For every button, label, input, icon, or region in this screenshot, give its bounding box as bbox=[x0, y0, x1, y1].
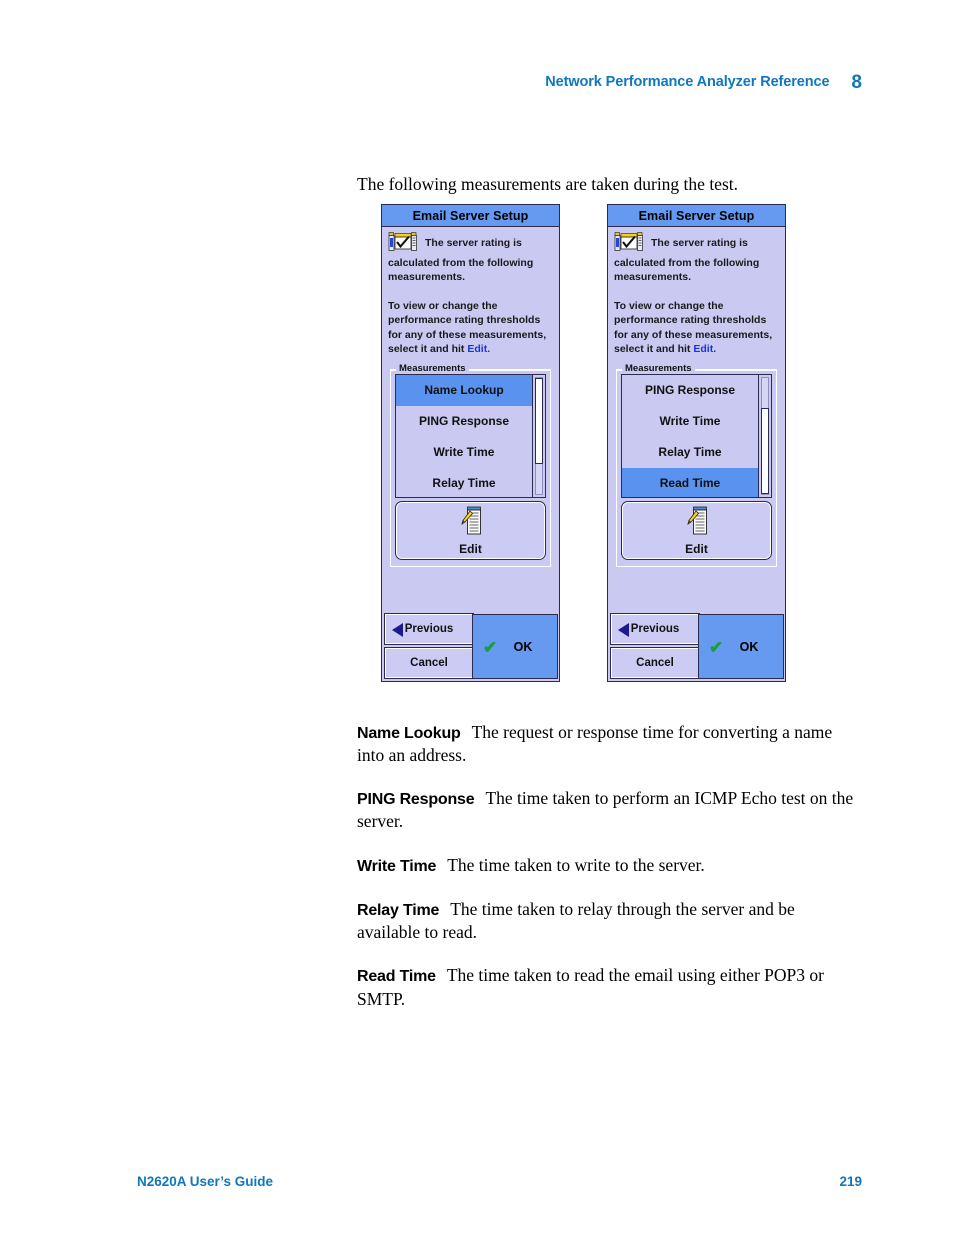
footer-guide-title: N2620A User’s Guide bbox=[137, 1174, 274, 1189]
listbox-scrollbar-right[interactable] bbox=[758, 374, 771, 497]
page-running-header: Network Performance Analyzer Reference 8 bbox=[0, 70, 954, 93]
definition-ping-response: PING Response The time taken to perform a… bbox=[357, 787, 857, 833]
scrollbar-thumb[interactable] bbox=[535, 377, 543, 464]
definition-term: Relay Time bbox=[357, 901, 440, 919]
definition-term: Read Time bbox=[357, 968, 436, 986]
ok-button-label: OK bbox=[513, 640, 533, 654]
measurements-group-right: Measurements PING Response Write Time Re… bbox=[616, 362, 777, 567]
cancel-button-left[interactable]: Cancel bbox=[384, 647, 474, 679]
previous-button-right[interactable]: Previous bbox=[610, 613, 700, 645]
measurements-group-label-right: Measurements bbox=[622, 362, 695, 374]
checkmark-icon: ✔ bbox=[709, 638, 724, 657]
definition-text: The time taken to write to the server. bbox=[447, 854, 705, 875]
ok-button-left[interactable]: ✔ OK bbox=[472, 614, 558, 679]
screen-title-left: Email Server Setup bbox=[382, 205, 559, 227]
edit-button-right[interactable]: Edit bbox=[621, 500, 772, 560]
server-rating-icon bbox=[388, 232, 418, 256]
definition-read-time: Read Time The time taken to read the emai… bbox=[357, 964, 857, 1010]
ok-button-label: OK bbox=[739, 640, 759, 654]
info-text-1-right: The server rating is calculated from the… bbox=[614, 232, 779, 285]
screen-body-left: The server rating is calculated from the… bbox=[382, 227, 559, 567]
definition-write-time: Write Time The time taken to write to the… bbox=[357, 854, 857, 877]
screen-button-row-left: Previous Cancel ✔ OK bbox=[382, 613, 559, 681]
info-text-2-left: To view or change the performance rating… bbox=[388, 299, 553, 357]
server-rating-icon bbox=[614, 232, 644, 256]
edit-list-pencil-icon bbox=[686, 506, 708, 540]
list-item[interactable]: Relay Time bbox=[396, 468, 532, 497]
footer-page-number: 219 bbox=[839, 1174, 862, 1189]
previous-button-label: Previous bbox=[404, 623, 454, 635]
checkmark-icon: ✔ bbox=[483, 638, 498, 657]
intro-paragraph: The following measurements are taken dur… bbox=[357, 173, 738, 194]
header-title: Network Performance Analyzer Reference bbox=[545, 74, 830, 90]
list-item[interactable]: Write Time bbox=[622, 406, 758, 437]
measurements-listbox-left[interactable]: Name Lookup PING Response Write Time Rel… bbox=[395, 373, 546, 498]
cancel-button-label: Cancel bbox=[410, 657, 448, 669]
page-footer: N2620A User’s Guide 219 bbox=[137, 1174, 862, 1189]
screen-body-right: The server rating is calculated from the… bbox=[608, 227, 785, 567]
device-screenshot-left: Email Server Setup The server rating is … bbox=[381, 204, 560, 682]
previous-button-left[interactable]: Previous bbox=[384, 613, 474, 645]
scrollbar-thumb[interactable] bbox=[761, 407, 769, 494]
list-item[interactable]: Name Lookup bbox=[396, 374, 532, 406]
left-arrow-icon bbox=[392, 623, 403, 637]
definition-term: Write Time bbox=[357, 857, 437, 875]
definition-term: PING Response bbox=[357, 791, 475, 809]
definition-name-lookup: Name Lookup The request or response time … bbox=[357, 721, 857, 767]
screen-title-right: Email Server Setup bbox=[608, 205, 785, 227]
measurement-definitions: Name Lookup The request or response time … bbox=[357, 703, 857, 1031]
list-item[interactable]: Write Time bbox=[396, 437, 532, 468]
info-text-2-right: To view or change the performance rating… bbox=[614, 299, 779, 357]
cancel-button-right[interactable]: Cancel bbox=[610, 647, 700, 679]
left-arrow-icon bbox=[618, 623, 629, 637]
screen-button-row-right: Previous Cancel ✔ OK bbox=[608, 613, 785, 681]
edit-button-left[interactable]: Edit bbox=[395, 500, 546, 560]
info-text-1-left: The server rating is calculated from the… bbox=[388, 232, 553, 285]
list-item[interactable]: Relay Time bbox=[622, 437, 758, 468]
measurements-group-left: Measurements Name Lookup PING Response W… bbox=[390, 362, 551, 567]
edit-list-pencil-icon bbox=[460, 506, 482, 540]
ok-button-right[interactable]: ✔ OK bbox=[698, 614, 784, 679]
figure-email-server-setup-screens: Email Server Setup The server rating is … bbox=[381, 204, 786, 682]
cancel-button-label: Cancel bbox=[636, 657, 674, 669]
definition-term: Name Lookup bbox=[357, 724, 461, 742]
measurements-listbox-right[interactable]: PING Response Write Time Relay Time Read… bbox=[621, 373, 772, 498]
definition-relay-time: Relay Time The time taken to relay throug… bbox=[357, 898, 857, 944]
edit-button-label-left: Edit bbox=[459, 541, 482, 556]
previous-button-label: Previous bbox=[630, 623, 680, 635]
listbox-scrollbar-left[interactable] bbox=[532, 374, 545, 497]
edit-button-label-right: Edit bbox=[685, 541, 708, 556]
list-item[interactable]: Read Time bbox=[622, 467, 758, 497]
list-item[interactable]: PING Response bbox=[622, 375, 758, 406]
header-chapter-number: 8 bbox=[851, 72, 862, 93]
measurements-group-label-left: Measurements bbox=[396, 362, 469, 374]
edit-link-left[interactable]: Edit. bbox=[467, 343, 490, 355]
device-screenshot-right: Email Server Setup The server rating is … bbox=[607, 204, 786, 682]
list-item[interactable]: PING Response bbox=[396, 406, 532, 437]
edit-link-right[interactable]: Edit. bbox=[693, 343, 716, 355]
